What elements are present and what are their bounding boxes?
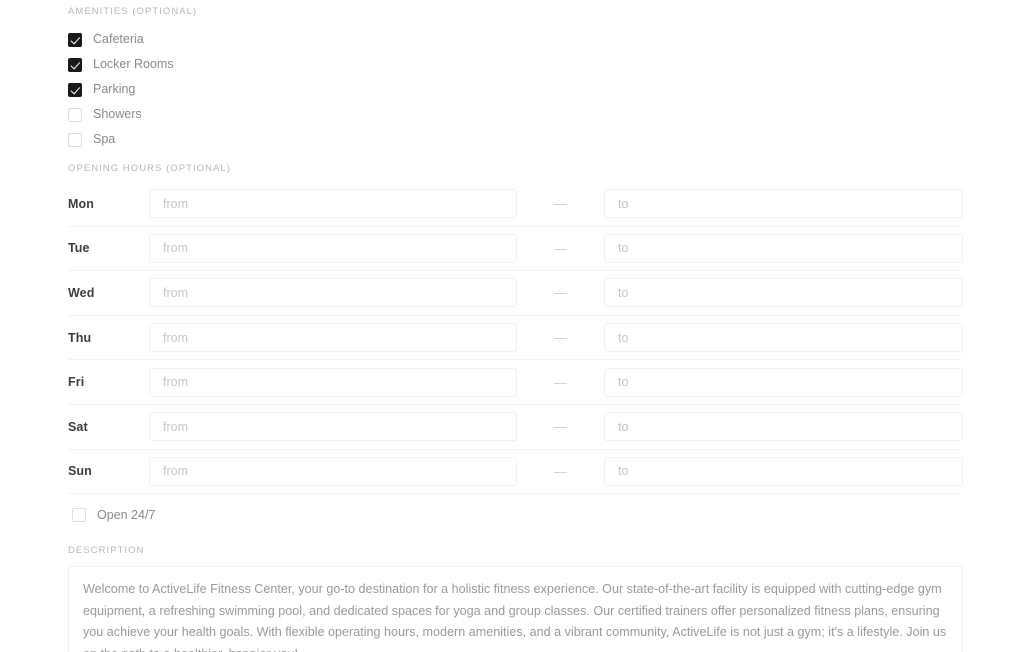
opening-time-from-input[interactable]: from [149,233,517,263]
description-text: Welcome to ActiveLife Fitness Center, yo… [83,582,947,652]
day-label: Mon [68,196,94,211]
form-page: AMENITIES (OPTIONAL) Cafeteria Locker Roo… [0,0,1024,652]
day-label: Fri [68,375,85,390]
amenity-checkbox[interactable] [68,57,82,72]
opening-hours-row: Sat from — to [68,405,963,450]
time-range-separator: — [554,285,567,301]
day-label: Sat [68,419,88,434]
description-section: DESCRIPTION Welcome to ActiveLife Fitnes… [68,545,963,652]
day-label: Tue [68,241,90,256]
open-24-7-row[interactable]: Open 24/7 [68,499,963,531]
opening-time-from-input[interactable]: from [149,412,517,442]
day-label: Thu [68,330,92,345]
amenity-row[interactable]: Parking [68,77,468,102]
time-range-separator: — [554,196,567,212]
opening-hours-row: Thu from — to [68,316,963,361]
amenities-section: AMENITIES (OPTIONAL) Cafeteria Locker Roo… [68,6,468,152]
opening-time-from-input[interactable]: from [149,323,517,353]
opening-hours-section: OPENING HOURS (OPTIONAL) Mon from — to Tue fr… [68,163,963,531]
opening-time-from-input[interactable]: from [149,278,517,308]
opening-time-from-input[interactable]: from [149,456,517,486]
opening-hours-table: Mon from — to Tue from — to Wed from — to Thu from — to… [68,182,963,495]
time-range-separator: — [554,463,567,479]
amenities-checkbox-list: Cafeteria Locker Rooms Parking Showers Spa [68,27,468,152]
opening-hours-row: Fri from — to [68,360,963,405]
day-label: Wed [68,285,95,300]
open-24-7-label: Open 24/7 [97,507,156,522]
day-label: Sun [68,464,92,479]
time-range-separator: — [554,330,567,346]
amenity-row[interactable]: Locker Rooms [68,52,468,77]
amenity-label: Locker Rooms [93,57,174,72]
amenity-checkbox[interactable] [68,132,82,147]
amenity-label: Showers [93,107,142,122]
opening-hours-section-label: OPENING HOURS (OPTIONAL) [68,163,231,174]
amenity-row[interactable]: Cafeteria [68,27,468,52]
amenity-label: Spa [93,132,116,147]
amenity-checkbox[interactable] [68,32,82,47]
opening-time-from-input[interactable]: from [149,367,517,397]
amenities-section-label: AMENITIES (OPTIONAL) [68,6,198,17]
opening-hours-row: Sun from — to [68,450,963,495]
time-range-separator: — [554,374,567,390]
opening-time-to-input[interactable]: to [604,189,963,219]
amenity-checkbox[interactable] [68,107,82,122]
amenity-label: Cafeteria [93,32,144,47]
opening-time-to-input[interactable]: to [604,233,963,263]
amenity-checkbox[interactable] [68,82,82,97]
opening-hours-row: Mon from — to [68,182,963,227]
description-section-label: DESCRIPTION [68,545,145,556]
amenity-row[interactable]: Spa [68,127,468,152]
opening-hours-row: Wed from — to [68,271,963,316]
opening-time-to-input[interactable]: to [604,278,963,308]
opening-time-to-input[interactable]: to [604,456,963,486]
time-range-separator: — [554,419,567,435]
description-textarea[interactable]: Welcome to ActiveLife Fitness Center, yo… [68,566,963,652]
opening-time-to-input[interactable]: to [604,412,963,442]
open-24-7-checkbox[interactable] [72,508,86,523]
time-range-separator: — [554,240,567,256]
opening-hours-row: Tue from — to [68,227,963,272]
amenity-label: Parking [93,82,136,97]
opening-time-from-input[interactable]: from [149,189,517,219]
opening-time-to-input[interactable]: to [604,323,963,353]
amenity-row[interactable]: Showers [68,102,468,127]
opening-time-to-input[interactable]: to [604,367,963,397]
